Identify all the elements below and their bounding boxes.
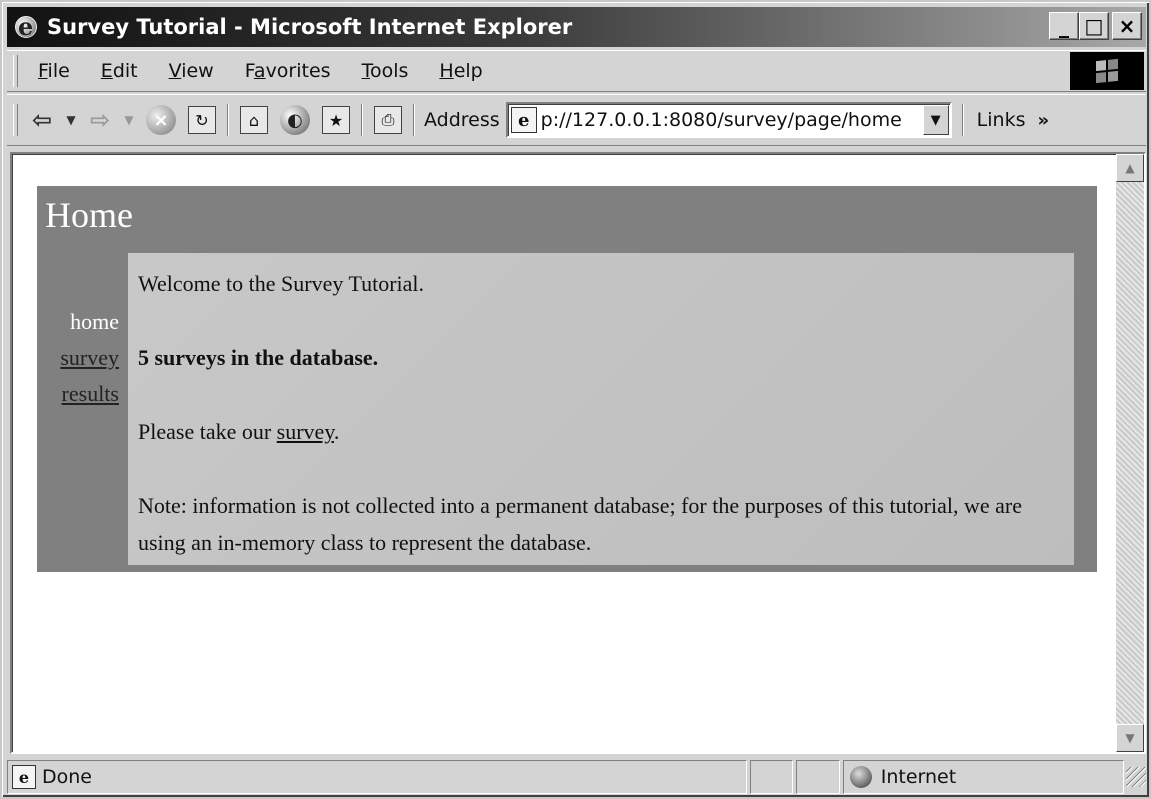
page-viewport: Home home survey results Welcome to the …	[10, 152, 1146, 754]
title-bar[interactable]: e Survey Tutorial - Microsoft Internet E…	[7, 7, 1146, 47]
print-icon[interactable]: ⎙	[374, 106, 402, 134]
menu-edit[interactable]: Edit	[87, 60, 155, 82]
menu-favorites[interactable]: Favorites	[231, 60, 348, 82]
note-text: Note: information is not collected into …	[138, 493, 1023, 555]
address-input[interactable]: p://127.0.0.1:8080/survey/page/home	[541, 109, 911, 131]
maximize-button[interactable]: □	[1079, 12, 1109, 40]
back-dropdown-icon[interactable]: ▼	[60, 102, 82, 138]
page-panel: Home home survey results Welcome to the …	[37, 186, 1097, 572]
scroll-down-icon[interactable]: ▼	[1116, 724, 1144, 752]
windows-flag-icon	[1096, 58, 1118, 84]
zone-label: Internet	[880, 766, 957, 788]
menu-grip[interactable]	[13, 55, 18, 87]
links-more-icon[interactable]: »	[1037, 110, 1049, 131]
security-zone: Internet	[842, 760, 1125, 794]
take-survey-link[interactable]: survey	[277, 419, 334, 444]
status-panel	[750, 760, 794, 794]
window-controls: _ □ ×	[1049, 12, 1142, 40]
forward-icon[interactable]: ⇨	[82, 102, 118, 138]
menu-tools[interactable]: Tools	[348, 60, 426, 82]
refresh-icon[interactable]: ↻	[188, 106, 216, 134]
menu-file[interactable]: File	[24, 60, 87, 82]
browser-window: e Survey Tutorial - Microsoft Internet E…	[0, 0, 1151, 799]
internet-explorer-icon: e	[13, 12, 41, 41]
toolbar-separator	[413, 104, 415, 136]
close-button[interactable]: ×	[1112, 12, 1142, 40]
menu-view[interactable]: View	[155, 60, 231, 82]
home-icon[interactable]: ⌂	[240, 106, 268, 134]
address-dropdown-icon[interactable]: ▼	[922, 105, 949, 135]
status-text: Done	[42, 766, 92, 788]
vertical-scrollbar[interactable]: ▲ ▼	[1116, 154, 1144, 752]
take-survey-text: Please take our survey.	[138, 419, 340, 444]
address-label: Address	[424, 109, 500, 131]
stop-icon[interactable]: ×	[146, 105, 176, 135]
minimize-button[interactable]: _	[1049, 12, 1079, 40]
toolbar-grip[interactable]	[13, 104, 18, 136]
welcome-text: Welcome to the Survey Tutorial.	[138, 271, 425, 296]
menu-bar: File Edit View Favorites Tools Help	[7, 50, 1146, 92]
favorites-icon[interactable]: ★	[322, 106, 350, 134]
links-button[interactable]: Links	[977, 109, 1026, 131]
status-bar: e Done Internet	[7, 758, 1146, 796]
windows-logo-throbber	[1070, 52, 1144, 90]
internet-zone-icon	[849, 766, 872, 788]
nav-results-link[interactable]: results	[37, 376, 123, 412]
toolbar-separator	[961, 104, 964, 136]
resize-grip[interactable]	[1126, 767, 1146, 787]
standard-toolbar: ⇦ ▼ ⇨ ▼ × ↻ ⌂ ◐ ★ ⎙ Address e p://127.0.…	[7, 94, 1146, 146]
page-status-icon: e	[12, 765, 36, 789]
toolbar-separator	[227, 104, 229, 136]
survey-count: 5 surveys in the database.	[138, 345, 379, 370]
scroll-up-icon[interactable]: ▲	[1116, 154, 1144, 182]
nav-home: home	[70, 309, 119, 334]
toolbar-separator	[361, 104, 363, 136]
nav-survey-link[interactable]: survey	[37, 340, 123, 376]
status-main: e Done	[7, 760, 748, 794]
back-icon[interactable]: ⇦	[24, 102, 60, 138]
page-title: Home	[45, 195, 133, 235]
search-icon[interactable]: ◐	[280, 105, 310, 135]
side-nav: home survey results	[37, 304, 123, 412]
forward-dropdown-icon[interactable]: ▼	[118, 102, 140, 138]
status-panel	[796, 760, 840, 794]
address-bar[interactable]: e p://127.0.0.1:8080/survey/page/home ▼	[505, 102, 952, 138]
menu-help[interactable]: Help	[425, 60, 499, 82]
content-box: Welcome to the Survey Tutorial. 5 survey…	[128, 253, 1074, 565]
window-title: Survey Tutorial - Microsoft Internet Exp…	[47, 15, 573, 39]
page-icon: e	[510, 107, 537, 133]
